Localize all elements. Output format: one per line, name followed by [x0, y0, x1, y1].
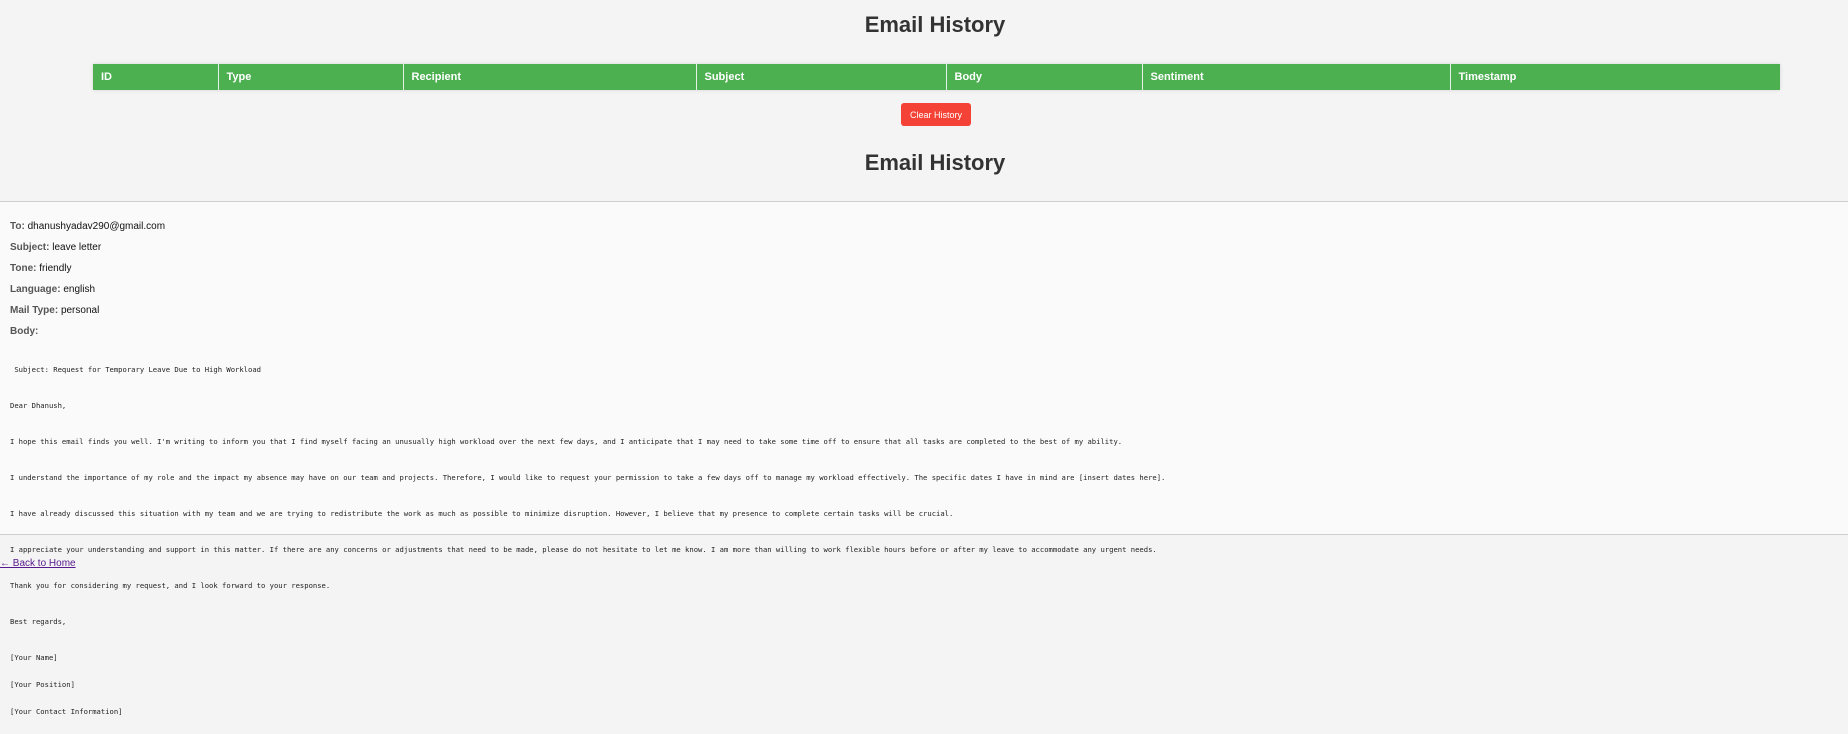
- table-header-row: ID Type Recipient Subject Body Sentiment…: [93, 64, 1780, 90]
- body-paragraph-4: I appreciate your understanding and supp…: [10, 545, 1157, 554]
- email-to-field: To: dhanushyadav290@gmail.com: [10, 221, 1848, 233]
- column-header-sentiment[interactable]: Sentiment: [1142, 64, 1451, 90]
- body-paragraph-1: I hope this email finds you well. I'm wr…: [10, 437, 1123, 446]
- body-paragraph-2: I understand the importance of my role a…: [10, 473, 1166, 482]
- back-to-home-link[interactable]: ← Back to Home: [0, 558, 76, 569]
- email-history-table: ID Type Recipient Subject Body Sentiment…: [93, 64, 1780, 90]
- email-subject-field: Subject: leave letter: [10, 242, 1848, 254]
- column-header-body[interactable]: Body: [946, 64, 1143, 90]
- language-value: english: [63, 284, 96, 295]
- column-header-subject[interactable]: Subject: [696, 64, 947, 90]
- body-subject-line: Subject: Request for Temporary Leave Due…: [10, 365, 261, 374]
- body-paragraph-3: I have already discussed this situation …: [10, 509, 954, 518]
- email-body-text: Subject: Request for Temporary Leave Due…: [10, 347, 1848, 734]
- clear-history-button[interactable]: Clear History: [901, 103, 971, 126]
- body-label: Body:: [10, 326, 39, 337]
- page-title: Email History: [864, 12, 1006, 37]
- email-card: To: dhanushyadav290@gmail.com Subject: l…: [0, 201, 1848, 716]
- column-header-timestamp[interactable]: Timestamp: [1450, 64, 1780, 90]
- column-header-recipient[interactable]: Recipient: [403, 64, 697, 90]
- email-language-field: Language: english: [10, 284, 1848, 296]
- email-body-field: Body:: [10, 326, 1848, 338]
- subject-label: Subject:: [10, 242, 50, 253]
- tone-value: friendly: [39, 263, 72, 274]
- body-paragraph-5: Thank you for considering my request, an…: [10, 581, 331, 590]
- body-signature-name: [Your Name]: [10, 653, 58, 662]
- email-mail-type-field: Mail Type: personal: [10, 305, 1848, 317]
- email-tone-field: Tone: friendly: [10, 263, 1848, 275]
- subject-value: leave letter: [52, 242, 102, 253]
- mail-type-value: personal: [60, 305, 100, 316]
- body-closing: Best regards,: [10, 617, 67, 626]
- body-signature-contact: [Your Contact Information]: [10, 707, 123, 716]
- section-title: Email History: [864, 150, 1006, 175]
- column-header-type[interactable]: Type: [218, 64, 404, 90]
- column-header-id[interactable]: ID: [93, 64, 219, 90]
- body-signature-position: [Your Position]: [10, 680, 75, 689]
- mail-type-label: Mail Type:: [10, 305, 59, 316]
- tone-label: Tone:: [10, 263, 37, 274]
- to-value: dhanushyadav290@gmail.com: [27, 221, 166, 232]
- language-label: Language:: [10, 284, 61, 295]
- body-greeting: Dear Dhanush,: [10, 401, 67, 410]
- to-label: To:: [10, 221, 25, 232]
